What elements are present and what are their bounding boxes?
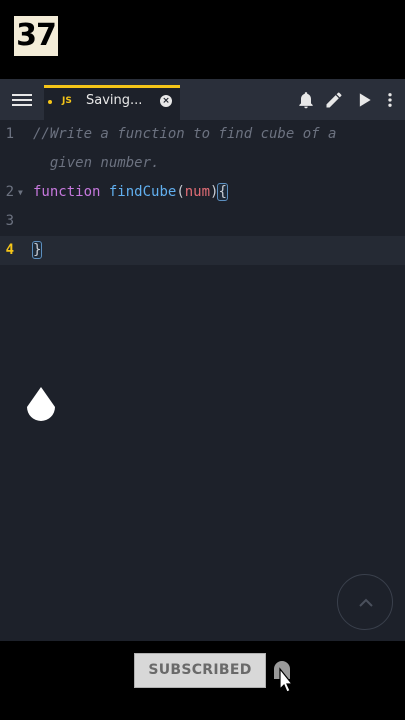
close-icon[interactable]: × bbox=[160, 95, 172, 107]
code-editor[interactable]: 1 //Write a function to find cube of a g… bbox=[0, 120, 405, 641]
code-line[interactable]: 1 //Write a function to find cube of a bbox=[0, 120, 405, 149]
parameter: num bbox=[184, 184, 211, 200]
open-paren: ( bbox=[176, 184, 185, 200]
bell-cursor-icon bbox=[274, 661, 294, 693]
fold-arrow-icon[interactable]: ▼ bbox=[18, 178, 23, 207]
code-text: } bbox=[31, 236, 43, 265]
open-brace: { bbox=[217, 183, 228, 201]
keyword: function bbox=[33, 184, 101, 200]
file-tab[interactable]: JS Saving... × bbox=[44, 85, 180, 120]
code-line-active[interactable]: 4 } bbox=[0, 236, 405, 265]
subscribed-button[interactable]: SUBSCRIBED bbox=[134, 653, 266, 688]
episode-number-badge: 37 bbox=[14, 16, 58, 56]
pencil-icon[interactable] bbox=[324, 90, 344, 110]
line-number: 4 bbox=[5, 242, 14, 258]
code-line[interactable]: given number. bbox=[0, 149, 405, 178]
scroll-up-button[interactable] bbox=[337, 574, 393, 630]
code-comment: //Write a function to find cube of a bbox=[33, 126, 337, 142]
play-icon[interactable] bbox=[354, 90, 374, 110]
more-vertical-icon[interactable] bbox=[381, 90, 399, 110]
tab-title: Saving... bbox=[86, 93, 143, 108]
text-cursor-handle-icon[interactable] bbox=[24, 385, 58, 425]
line-number: 3 bbox=[5, 213, 14, 229]
menu-icon[interactable] bbox=[10, 91, 34, 109]
code-text: function findCube(num){ bbox=[33, 178, 228, 207]
code-comment: given number. bbox=[33, 155, 160, 171]
code-editor-app: JS Saving... × 1 //Write a function to f… bbox=[0, 79, 405, 641]
chevron-up-icon bbox=[359, 598, 373, 607]
toolbar: JS Saving... × bbox=[0, 79, 405, 120]
line-number: 2 bbox=[5, 184, 14, 200]
close-brace: } bbox=[31, 241, 43, 259]
tab-language-label: JS bbox=[62, 96, 72, 106]
code-line[interactable]: 2 ▼ function findCube(num){ bbox=[0, 178, 405, 207]
bell-icon[interactable] bbox=[296, 90, 316, 110]
code-line[interactable]: 3 bbox=[0, 207, 405, 236]
function-name: findCube bbox=[108, 184, 177, 200]
line-number: 1 bbox=[5, 126, 14, 142]
unsaved-dot-icon bbox=[48, 100, 52, 104]
